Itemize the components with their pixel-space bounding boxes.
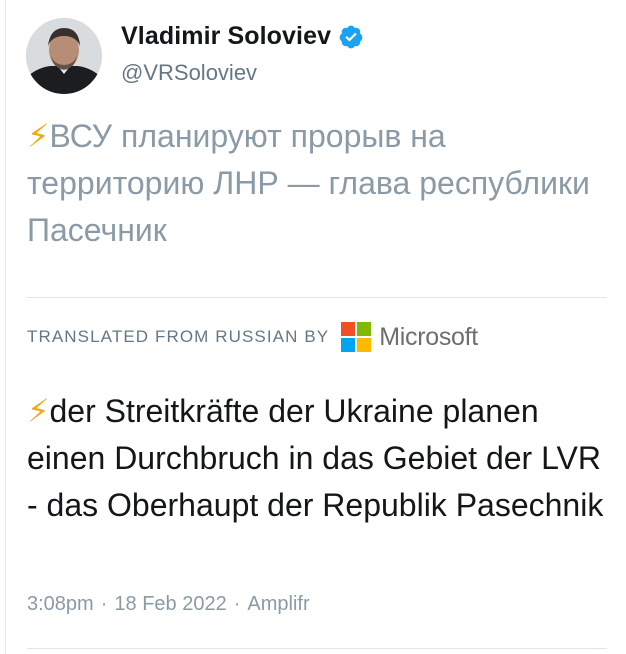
tweet-card[interactable]: Vladimir Soloviev @VRSoloviev ⚡ВСУ плани… xyxy=(6,0,626,654)
tweet-time[interactable]: 3:08pm xyxy=(27,593,94,616)
translated-tweet-text: ⚡der Streitkräfte der Ukraine planen ein… xyxy=(27,388,617,529)
display-name[interactable]: Vladimir Soloviev xyxy=(121,22,331,51)
original-tweet-text: ⚡ВСУ планируют прорыв на территорию ЛНР … xyxy=(27,113,597,254)
tweet-header: Vladimir Soloviev @VRSoloviev xyxy=(26,18,364,94)
lightning-bolt-icon: ⚡ xyxy=(27,118,50,154)
tweet-source[interactable]: Amplifr xyxy=(247,593,309,616)
divider-top xyxy=(27,297,607,298)
name-row: Vladimir Soloviev xyxy=(121,22,364,51)
translation-attribution: TRANSLATED FROM RUSSIAN BY Microsoft xyxy=(27,322,478,352)
avatar[interactable] xyxy=(26,18,102,94)
meta-separator: · xyxy=(100,593,108,615)
translated-text-body: der Streitkräfte der Ukraine planen eine… xyxy=(27,393,604,523)
translated-from-label: TRANSLATED FROM RUSSIAN BY xyxy=(27,327,330,346)
microsoft-logo-icon xyxy=(341,322,372,352)
user-handle[interactable]: @VRSoloviev xyxy=(121,60,364,86)
translator-name[interactable]: Microsoft xyxy=(379,323,478,352)
original-text-body: ВСУ планируют прорыв на территорию ЛНР —… xyxy=(27,118,590,248)
ms-logo-blue-square xyxy=(341,338,356,352)
lightning-bolt-icon: ⚡ xyxy=(27,393,50,429)
verified-badge-icon xyxy=(339,25,363,48)
ms-logo-yellow-square xyxy=(357,338,372,352)
avatar-photo xyxy=(26,18,102,94)
user-names: Vladimir Soloviev @VRSoloviev xyxy=(121,22,364,86)
divider-bottom xyxy=(27,648,607,649)
ms-logo-red-square xyxy=(341,322,356,336)
tweet-metadata: 3:08pm · 18 Feb 2022 · Amplifr xyxy=(27,593,310,616)
ms-logo-green-square xyxy=(357,322,372,336)
meta-separator: · xyxy=(233,593,241,615)
tweet-date[interactable]: 18 Feb 2022 xyxy=(114,593,226,616)
